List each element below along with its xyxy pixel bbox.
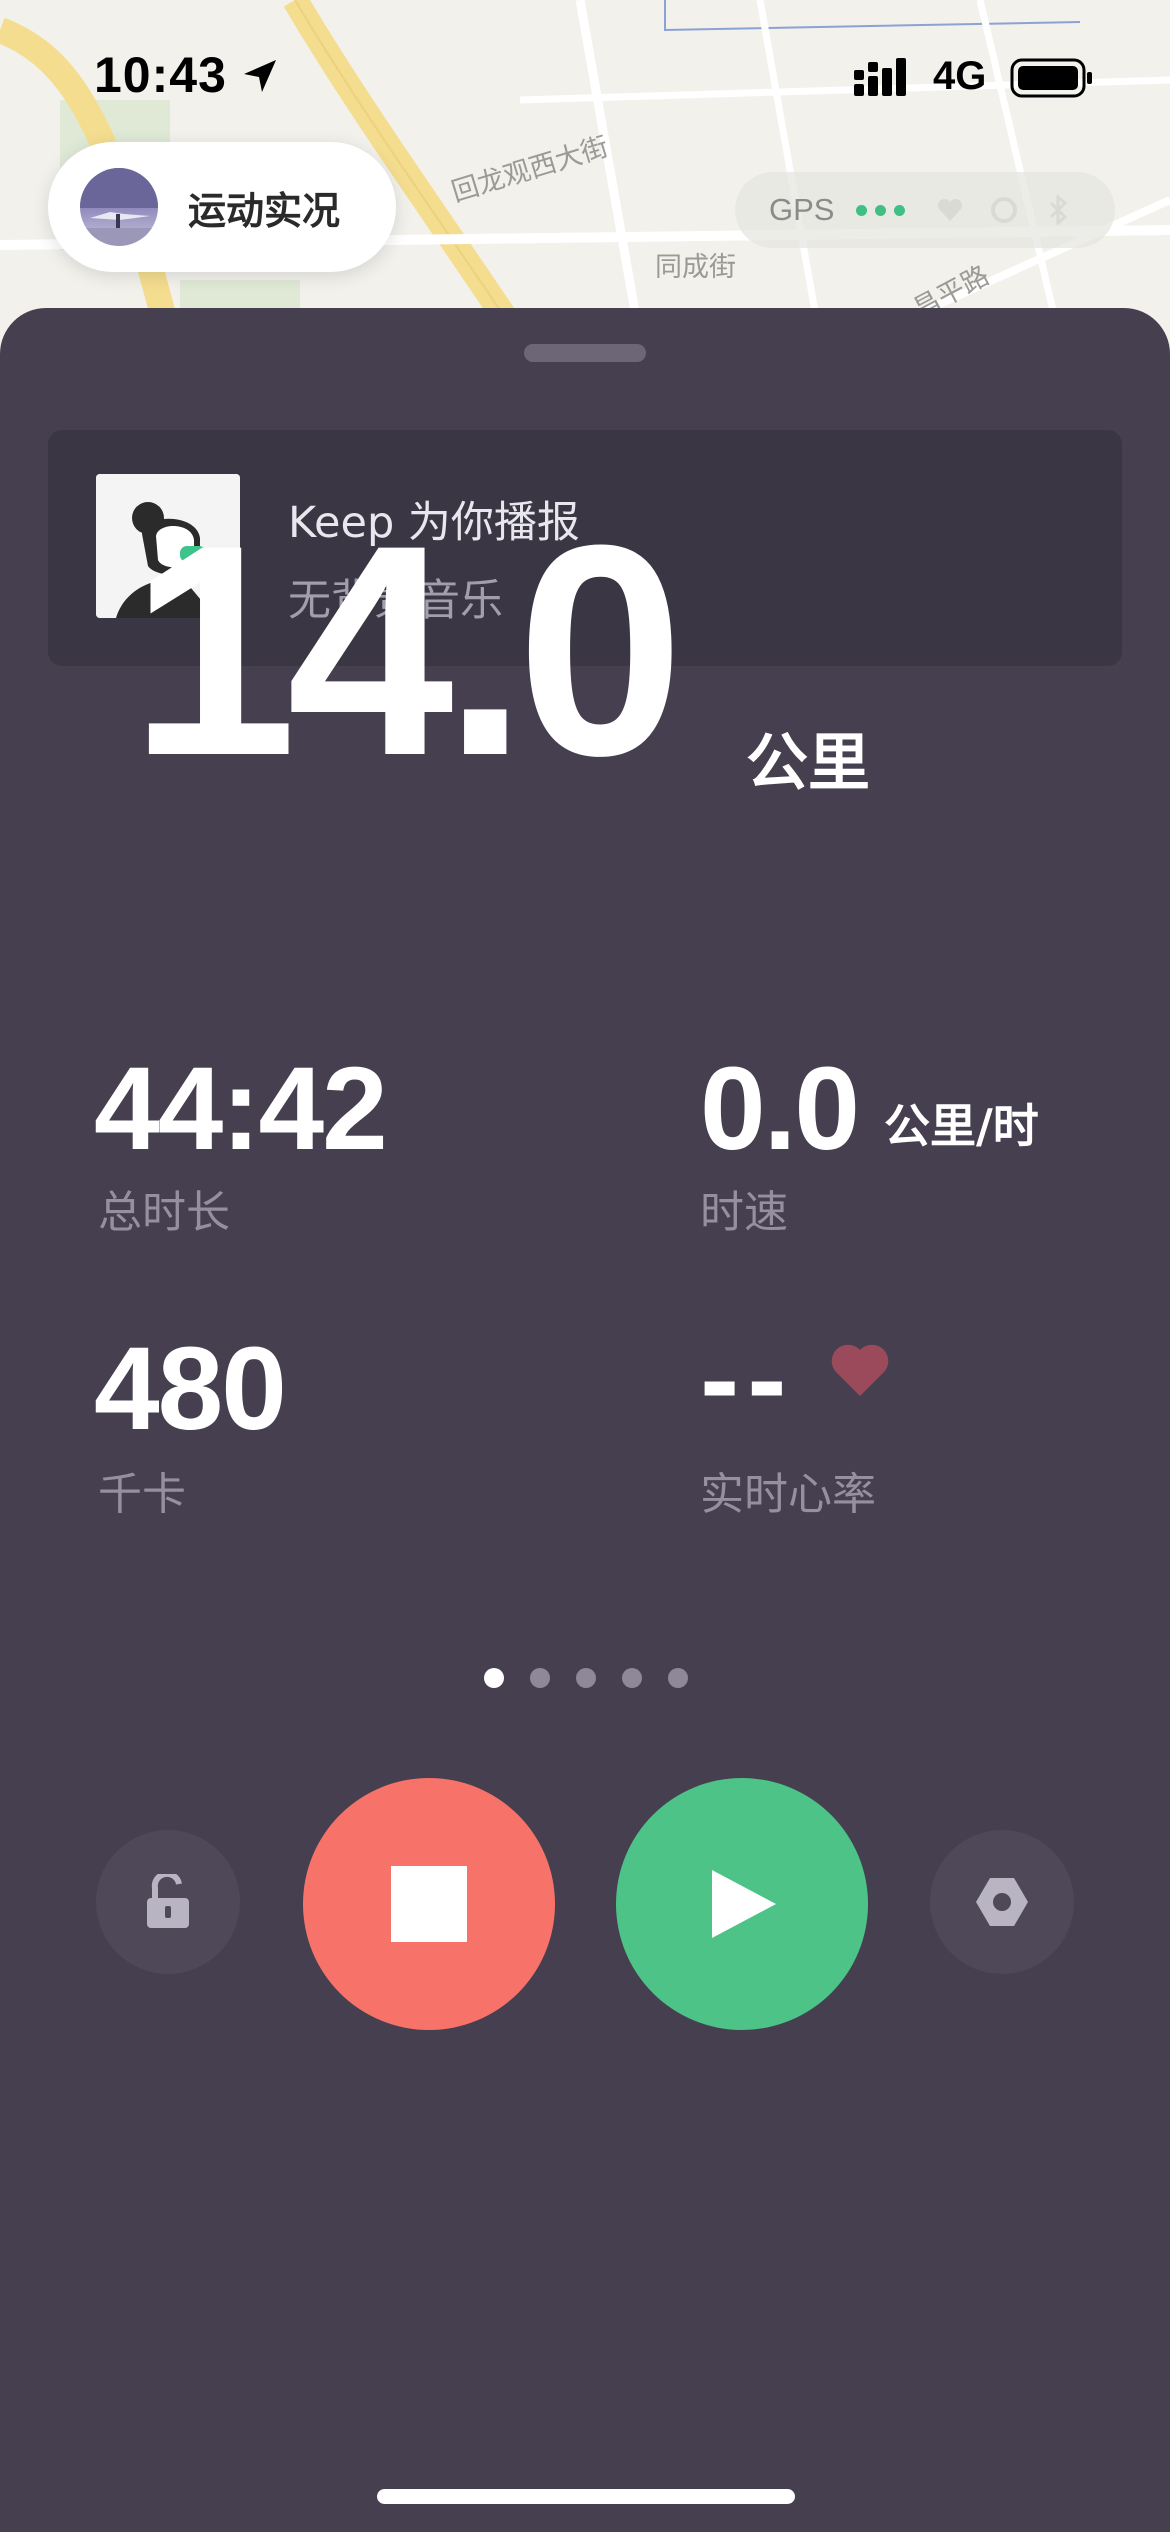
stop-icon xyxy=(391,1866,467,1942)
page-indicator[interactable] xyxy=(484,1668,688,1688)
heart-rate-value: -- xyxy=(700,1313,795,1445)
heart-icon xyxy=(831,1344,889,1396)
panel-drag-handle[interactable] xyxy=(524,344,646,362)
settings-button[interactable] xyxy=(930,1830,1074,1974)
bluetooth-icon xyxy=(1050,195,1068,225)
status-bar: 10:43 4G xyxy=(0,0,1170,140)
home-indicator[interactable] xyxy=(377,2489,795,2504)
sensor-status-icons xyxy=(935,195,1073,225)
speed-value: 0.0 xyxy=(700,1043,860,1175)
gps-signal-indicator xyxy=(856,204,906,216)
distance-unit: 公里 xyxy=(746,726,871,799)
page-dot[interactable] xyxy=(576,1668,596,1688)
calories-value: 480 xyxy=(94,1323,287,1455)
resume-button[interactable] xyxy=(616,1778,868,2030)
live-activity-label: 运动实况 xyxy=(188,188,341,233)
settings-icon xyxy=(976,1878,1028,1926)
gps-label: GPS xyxy=(769,192,835,227)
heart-rate-label: 实时心率 xyxy=(700,1469,876,1520)
heart-rate-sensor-icon xyxy=(938,198,963,221)
watch-icon xyxy=(991,197,1018,223)
page-dot-active[interactable] xyxy=(484,1668,504,1688)
avatar-image-icon xyxy=(80,168,158,246)
status-time: 10:43 xyxy=(94,47,227,103)
page-dot[interactable] xyxy=(622,1668,642,1688)
speed-unit: 公里/时 xyxy=(884,1099,1039,1153)
page-dot[interactable] xyxy=(530,1668,550,1688)
distance-value: 14.0 xyxy=(130,482,684,818)
speed-label: 时速 xyxy=(700,1187,788,1238)
duration-value: 44:42 xyxy=(94,1043,388,1175)
lock-icon xyxy=(147,1874,189,1928)
live-activity-button[interactable]: 运动实况 xyxy=(48,142,396,272)
duration-label: 总时长 xyxy=(98,1187,230,1238)
calories-label: 千卡 xyxy=(98,1469,186,1520)
map-street-label: 同成街 xyxy=(655,252,736,283)
play-icon xyxy=(712,1870,776,1938)
network-type: 4G xyxy=(933,54,987,98)
battery-icon xyxy=(1010,58,1092,98)
gps-status: GPS xyxy=(735,172,1115,248)
stop-button[interactable] xyxy=(303,1778,555,2030)
cellular-signal-icon xyxy=(854,58,906,96)
live-avatar xyxy=(80,168,158,246)
lock-button[interactable] xyxy=(96,1830,240,1974)
location-arrow-icon xyxy=(244,60,276,92)
page-dot[interactable] xyxy=(668,1668,688,1688)
